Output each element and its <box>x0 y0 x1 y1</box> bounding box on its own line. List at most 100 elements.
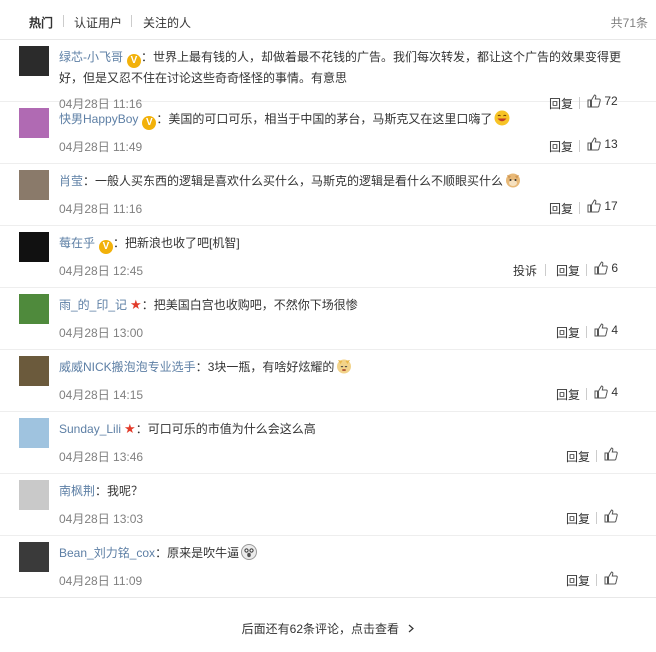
thumbs-up-icon <box>594 385 608 399</box>
comment-item: 南枫荆：我呢？ 04月28日 13:03 回复 <box>0 474 656 536</box>
thumbs-up-icon <box>594 323 608 337</box>
thumbs-up-icon <box>604 447 618 461</box>
laugh-emoji <box>494 110 510 126</box>
comment-item: 莓在乎 V ：把新浪也收了吧[机智] 04月28日 12:45 投诉 回复 6 <box>0 226 656 288</box>
star-badge-icon: ★ <box>130 297 142 312</box>
load-more-text: 后面还有62条评论，点击查看 <box>241 622 399 636</box>
action-divider <box>579 140 580 152</box>
comment-time: 04月28日 13:46 <box>59 450 144 464</box>
verified-badge-icon: V <box>127 54 141 68</box>
comment-separator: ： <box>156 112 169 126</box>
comment-item: 绿芯-小飞哥 V ：世界上最有钱的人，却做着最不花钱的广告。我们每次转发，都让这个广… <box>0 40 656 111</box>
comment-username[interactable]: 莓在乎 <box>59 236 95 250</box>
comment-item: 快男HappyBoy V ：美国的可口可乐，相当于中国的茅台，马斯克又在这里口嗨了 0… <box>0 102 656 164</box>
comment-body: Bean_刘力铭_cox：原来是吹牛逼 <box>59 543 635 563</box>
reply-button[interactable]: 回复 <box>549 200 573 217</box>
comment-body: 威威NICK搬泡泡专业选手：3块一瓶，有啥好炫耀的 <box>59 357 635 377</box>
comment-username[interactable]: 南枫荆 <box>59 484 95 498</box>
comment-body: 雨_的_印_记 ★：把美国白宫也收购吧，不然你下场很惨 <box>59 295 635 315</box>
reply-button[interactable]: 回复 <box>549 138 573 155</box>
action-divider <box>586 264 587 276</box>
avatar[interactable] <box>19 232 49 262</box>
comment-username[interactable]: 绿芯-小飞哥 <box>59 50 123 64</box>
comment-tabs: 热门 认证用户 关注的人 共71条 <box>0 0 656 40</box>
comment-username[interactable]: 快男HappyBoy <box>59 112 138 126</box>
reply-button[interactable]: 回复 <box>556 262 580 279</box>
avatar[interactable] <box>19 480 49 510</box>
like-button[interactable]: 6 <box>594 261 618 275</box>
like-button[interactable] <box>604 447 618 461</box>
comment-item: Sunday_Lili ★：可口可乐的市值为什么会这么高 04月28日 13:46 回… <box>0 412 656 474</box>
doge-emoji <box>505 172 521 188</box>
reply-button[interactable]: 回复 <box>566 572 590 589</box>
action-divider <box>596 512 597 524</box>
comment-text: 3块一瓶，有啥好炫耀的 <box>207 360 335 374</box>
like-button[interactable] <box>604 509 618 523</box>
comment-separator: ： <box>195 360 208 374</box>
star-badge-icon: ★ <box>124 421 136 436</box>
action-divider <box>545 264 546 276</box>
action-divider <box>579 202 580 214</box>
comment-item: 威威NICK搬泡泡专业选手：3块一瓶，有啥好炫耀的 04月28日 14:15 回复 … <box>0 350 656 412</box>
action-divider <box>596 574 597 586</box>
comment-separator: ： <box>95 484 108 498</box>
comment-item: 肖莹：一般人买东西的逻辑是喜欢什么买什么，马斯克的逻辑是看什么不顺眼买什么 04月… <box>0 164 656 226</box>
like-count: 6 <box>611 261 619 275</box>
comment-text: 原来是吹牛逼 <box>167 546 240 560</box>
comment-text: 一般人买东西的逻辑是喜欢什么买什么，马斯克的逻辑是看什么不顺眼买什么 <box>95 174 504 188</box>
comment-text: 把新浪也收了吧[机智] <box>125 236 240 250</box>
comment-time: 04月28日 11:49 <box>59 140 143 154</box>
thumbs-up-icon <box>594 261 608 275</box>
comment-body: 肖莹：一般人买东西的逻辑是喜欢什么买什么，马斯克的逻辑是看什么不顺眼买什么 <box>59 171 635 191</box>
comment-item: 雨_的_印_记 ★：把美国白宫也收购吧，不然你下场很惨 04月28日 13:00 回复… <box>0 288 656 350</box>
reply-button[interactable]: 回复 <box>566 448 590 465</box>
shiba-emoji <box>336 358 352 374</box>
comment-username[interactable]: Bean_刘力铭_cox <box>59 546 155 560</box>
tab-following[interactable]: 关注的人 <box>143 14 191 31</box>
comment-separator: ： <box>135 422 148 436</box>
comment-username[interactable]: 威威NICK搬泡泡专业选手 <box>59 360 196 374</box>
reply-button[interactable]: 回复 <box>556 386 580 403</box>
tab-verified[interactable]: 认证用户 <box>74 14 122 31</box>
chevron-right-icon <box>408 622 415 636</box>
comment-text: 可口可乐的市值为什么会这么高 <box>147 422 316 436</box>
comment-body: 绿芯-小飞哥 V ：世界上最有钱的人，却做着最不花钱的广告。我们每次转发，都让这个广… <box>59 47 635 88</box>
comment-separator: ： <box>155 546 168 560</box>
reply-button[interactable]: 回复 <box>556 324 580 341</box>
comment-username[interactable]: 肖莹 <box>59 174 83 188</box>
avatar[interactable] <box>19 356 49 386</box>
comment-time: 04月28日 13:00 <box>59 326 144 340</box>
like-button[interactable]: 13 <box>587 137 618 151</box>
like-count: 17 <box>604 199 618 213</box>
verified-badge-icon: V <box>142 116 157 130</box>
comment-body: Sunday_Lili ★：可口可乐的市值为什么会这么高 <box>59 419 635 439</box>
load-more-link[interactable]: 后面还有62条评论，点击查看 <box>0 620 656 637</box>
comment-text: 美国的可口可乐，相当于中国的茅台，马斯克又在这里口嗨了 <box>168 112 493 126</box>
comment-count: 共71条 <box>610 16 648 30</box>
avatar[interactable] <box>19 294 49 324</box>
thumbs-up-icon <box>587 199 601 213</box>
avatar[interactable] <box>19 170 49 200</box>
avatar[interactable] <box>19 108 49 138</box>
comment-username[interactable]: Sunday_Lili <box>59 422 121 436</box>
tab-divider <box>63 15 64 27</box>
avatar[interactable] <box>19 46 49 76</box>
report-button[interactable]: 投诉 <box>513 262 537 279</box>
tab-hot[interactable]: 热门 <box>29 14 53 31</box>
comment-text: 我呢？ <box>107 484 144 498</box>
like-button[interactable]: 4 <box>594 385 618 399</box>
comment-time: 04月28日 14:15 <box>59 388 144 402</box>
like-button[interactable]: 17 <box>587 199 618 213</box>
comment-separator: ： <box>83 174 96 188</box>
thumbs-up-icon <box>604 509 618 523</box>
comment-username[interactable]: 雨_的_印_记 <box>59 298 127 312</box>
like-button[interactable] <box>604 571 618 585</box>
comment-separator: ： <box>141 50 154 64</box>
avatar[interactable] <box>19 418 49 448</box>
like-count: 4 <box>611 385 619 399</box>
reply-button[interactable]: 回复 <box>566 510 590 527</box>
avatar[interactable] <box>19 542 49 572</box>
like-button[interactable]: 4 <box>594 323 618 337</box>
comment-time: 04月28日 11:16 <box>59 202 143 216</box>
action-divider <box>586 326 587 338</box>
